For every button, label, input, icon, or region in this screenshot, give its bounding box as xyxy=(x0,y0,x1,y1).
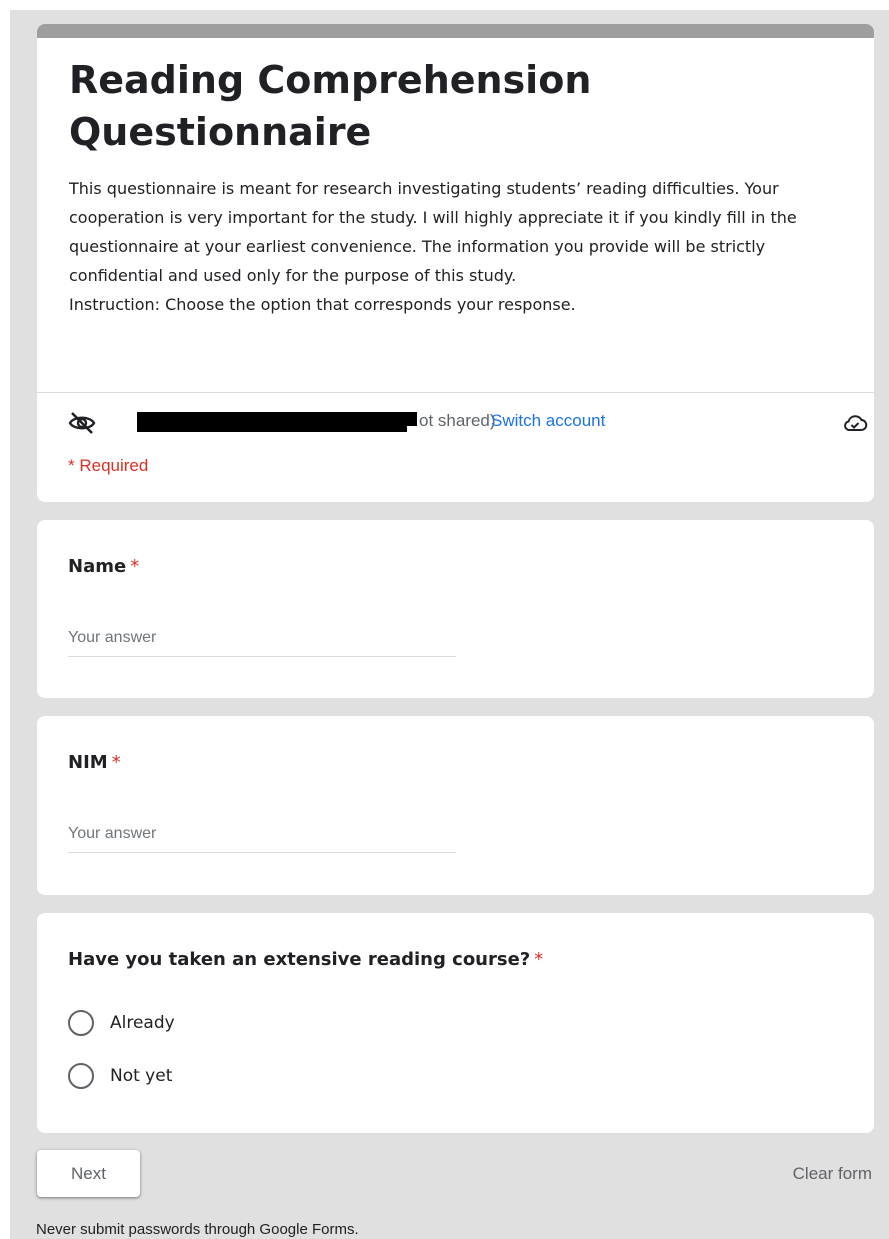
footer-password-warning: Never submit passwords through Google Fo… xyxy=(36,1221,359,1238)
eye-off-icon xyxy=(68,412,96,434)
redacted-email-tail xyxy=(407,412,417,426)
radio-button[interactable] xyxy=(68,1010,94,1036)
description-instruction: Instruction: Choose the option that corr… xyxy=(69,295,576,314)
radio-option-not-yet[interactable]: Not yet xyxy=(68,1063,368,1095)
form-header-card: Reading Comprehension Questionnaire This… xyxy=(37,24,874,502)
required-asterisk: * xyxy=(130,556,140,577)
redacted-email xyxy=(137,412,407,432)
account-row: ot shared) Switch account xyxy=(67,408,868,438)
question-title-text: Have you taken an extensive reading cour… xyxy=(68,949,531,970)
question-title: Name * xyxy=(68,556,139,577)
form-description: This questionnaire is meant for research… xyxy=(69,174,864,319)
question-title: NIM * xyxy=(68,752,121,773)
required-asterisk: * xyxy=(534,949,544,970)
question-title: Have you taken an extensive reading cour… xyxy=(68,949,543,970)
nim-input[interactable] xyxy=(68,816,456,853)
theme-color-bar xyxy=(37,24,874,38)
required-asterisk: * xyxy=(111,752,121,773)
question-title-text: Name xyxy=(68,556,127,577)
switch-account-link[interactable]: Switch account xyxy=(491,411,605,431)
required-note: * Required xyxy=(68,456,149,475)
question-card-nim: NIM * xyxy=(37,716,874,895)
radio-option-already[interactable]: Already xyxy=(68,1010,368,1042)
description-paragraph: This questionnaire is meant for research… xyxy=(69,179,797,285)
option-label: Not yet xyxy=(110,1066,173,1086)
next-button[interactable]: Next xyxy=(37,1150,140,1197)
question-title-text: NIM xyxy=(68,752,108,773)
header-divider xyxy=(37,392,874,393)
option-label: Already xyxy=(110,1013,175,1033)
cloud-check-icon xyxy=(844,415,868,431)
name-input[interactable] xyxy=(68,620,456,657)
form-title: Reading Comprehension Questionnaire xyxy=(69,58,592,154)
question-card-name: Name * xyxy=(37,520,874,698)
question-card-course: Have you taken an extensive reading cour… xyxy=(37,913,874,1133)
radio-button[interactable] xyxy=(68,1063,94,1089)
clear-form-button[interactable]: Clear form xyxy=(760,1160,872,1188)
account-status-text: ot shared) xyxy=(419,411,496,430)
